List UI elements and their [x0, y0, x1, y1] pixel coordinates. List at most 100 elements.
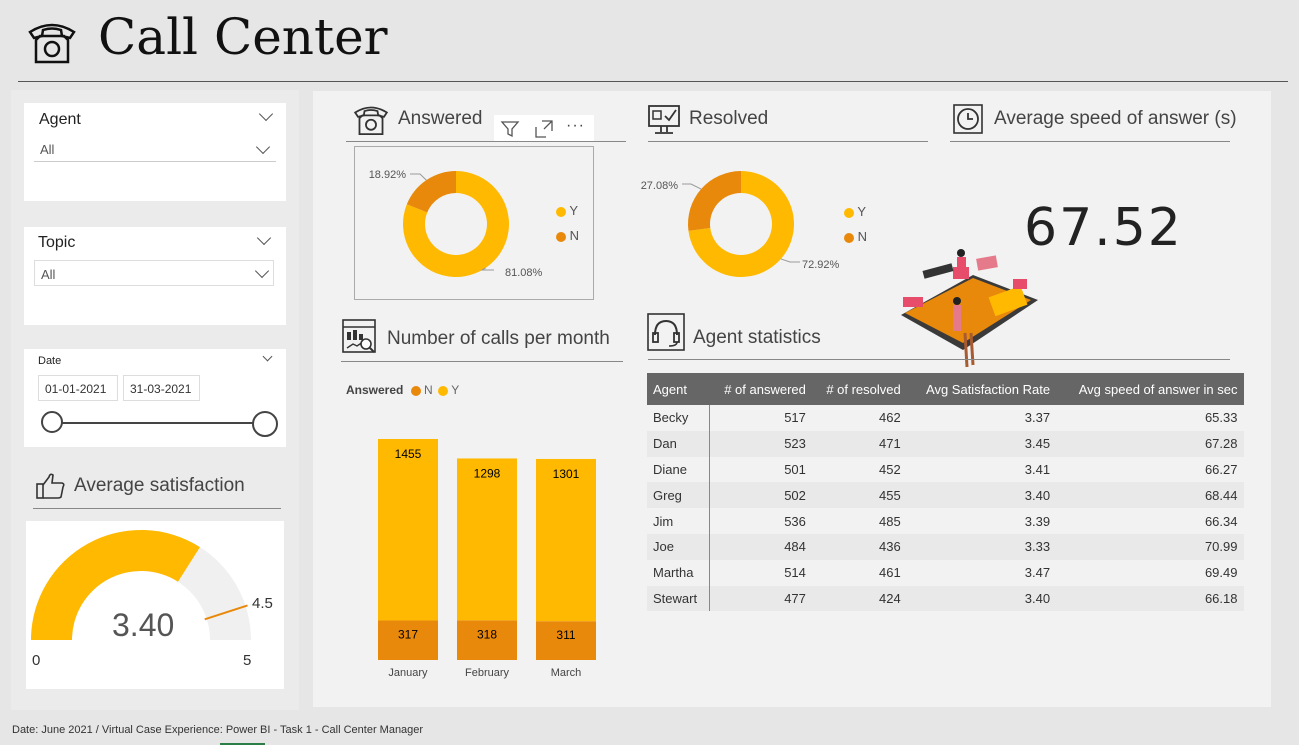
table-cell: 424: [811, 585, 907, 612]
table-cell: 477: [709, 585, 812, 612]
table-row[interactable]: Dan 523 471 3.45 67.28: [647, 430, 1244, 457]
filter-icon[interactable]: [500, 119, 520, 139]
agent-slicer-label: Agent: [39, 111, 81, 128]
legend-item-y: Y: [556, 203, 579, 218]
leader-line: [410, 173, 427, 181]
table-cell: 70.99: [1056, 533, 1244, 560]
topic-slicer-label: Topic: [38, 234, 76, 251]
table-cell: 3.39: [1024, 513, 1051, 529]
column-header-agent[interactable]: Agent: [647, 373, 710, 405]
end-date-input[interactable]: 31-03-2021: [123, 375, 200, 401]
data-label: 81.08%: [505, 267, 543, 279]
column-header-resolved[interactable]: # of resolved: [811, 373, 907, 405]
table-cell: Diane: [647, 456, 710, 483]
bar-segment-y[interactable]: [536, 458, 596, 622]
collapse-chevron-icon[interactable]: [258, 106, 274, 122]
legend-dot-n: [844, 232, 854, 243]
legend-item-n: N: [844, 229, 867, 244]
satisfaction-gauge-card: 3.40 0 5 4.5: [26, 521, 284, 689]
table-cell: 502: [709, 482, 812, 509]
calls-legend: Answered N Y: [346, 383, 459, 397]
table-cell: Greg: [647, 482, 710, 509]
table-row[interactable]: Jim 536 485 3.39 66.34: [647, 508, 1244, 534]
table-cell: 461: [879, 565, 901, 581]
gauge-target: 4.5: [252, 595, 273, 612]
data-label: 1298: [474, 466, 501, 480]
table-cell: 3.41: [1024, 461, 1051, 477]
legend-dot-n: [556, 231, 566, 242]
phone-illustration: [893, 245, 1043, 370]
column-header-satisfaction[interactable]: Avg Satisfaction Rate: [906, 373, 1057, 405]
table-cell: 514: [784, 565, 806, 581]
legend-dot-y: [438, 385, 449, 396]
bar-segment-y[interactable]: [378, 439, 438, 621]
table-cell: 471: [811, 430, 907, 457]
table-cell: 65.33: [1204, 410, 1238, 426]
avg-satisfaction-title: Average satisfaction: [74, 475, 245, 496]
monitor-check-icon: [647, 104, 681, 136]
table-row[interactable]: Martha 514 461 3.47 69.49: [647, 559, 1244, 586]
table-cell: 68.44: [1056, 482, 1244, 509]
answered-legend: Y N: [556, 203, 579, 243]
table-cell: 3.33: [906, 533, 1057, 560]
agent-dropdown-value: All: [40, 142, 55, 157]
legend-dot-y: [556, 206, 566, 217]
end-date-handle[interactable]: [252, 411, 278, 437]
chevron-down-icon: [255, 139, 271, 155]
title-divider: [18, 81, 1288, 82]
table-row[interactable]: Diane 501 452 3.41 66.27: [647, 456, 1244, 483]
headset-icon: [647, 313, 685, 351]
calls-month-title: Number of calls per month: [387, 328, 610, 349]
resolved-donut-chart: 72.92% 27.08%: [641, 171, 840, 277]
table-cell: Becky: [647, 405, 710, 431]
section-divider: [648, 141, 928, 142]
table-row[interactable]: Greg 502 455 3.40 68.44: [647, 482, 1244, 509]
leader-line: [682, 183, 702, 190]
table-cell: 3.37: [1024, 410, 1051, 426]
section-divider: [950, 141, 1230, 142]
legend-label: N: [857, 229, 868, 244]
table-row[interactable]: Stewart 477 424 3.40 66.18: [647, 585, 1244, 612]
legend-item-y: Y: [844, 204, 867, 219]
start-date-input[interactable]: 01-01-2021: [38, 375, 118, 401]
table-cell: 67.28: [1056, 430, 1244, 457]
table-cell: 485: [879, 513, 901, 529]
agent-stats-table: Agent # of answered # of resolved Avg Sa…: [647, 373, 1244, 612]
table-row[interactable]: Joe 484 436 3.33 70.99: [647, 533, 1244, 560]
data-label: 1301: [553, 467, 580, 481]
donut-slice-n[interactable]: [688, 171, 741, 231]
collapse-chevron-icon[interactable]: [262, 351, 273, 362]
clock-icon: [953, 104, 983, 134]
gauge-min: 0: [32, 652, 41, 669]
agent-stats-table-wrap: Agent # of answered # of resolved Avg Sa…: [647, 373, 1244, 612]
donut-slice-n[interactable]: [406, 171, 456, 213]
collapse-chevron-icon[interactable]: [256, 230, 272, 246]
resolved-legend: Y N: [844, 204, 867, 244]
table-cell: 3.47: [1024, 565, 1051, 581]
x-axis-label: March: [551, 667, 582, 679]
agent-slicer: Agent All: [24, 103, 286, 201]
table-cell: 3.45: [906, 430, 1057, 457]
column-header-speed[interactable]: Avg speed of answer in sec: [1056, 373, 1244, 405]
topic-dropdown[interactable]: All: [34, 260, 274, 286]
resolved-title: Resolved: [689, 108, 769, 129]
legend-dot-y: [844, 207, 854, 218]
data-label: 318: [477, 627, 497, 641]
date-range-track: [54, 422, 266, 424]
data-label: 311: [556, 628, 575, 642]
legend-label: N: [424, 383, 433, 397]
section-divider: [648, 359, 1230, 360]
column-header-answered[interactable]: # of answered: [709, 373, 812, 405]
thumbs-up-icon: [36, 471, 66, 501]
more-options-button[interactable]: ···: [566, 117, 585, 135]
footer-caption: Date: June 2021 / Virtual Case Experienc…: [12, 724, 424, 736]
data-label: 317: [398, 627, 418, 641]
bar-segment-y[interactable]: [457, 458, 517, 621]
focus-mode-icon[interactable]: [534, 119, 554, 139]
start-date-handle[interactable]: [41, 411, 63, 433]
table-row[interactable]: Becky 517 462 3.37 65.33: [647, 405, 1244, 431]
agent-dropdown[interactable]: All: [34, 136, 276, 162]
table-cell: Joe: [647, 533, 710, 560]
legend-label: Y: [569, 203, 579, 218]
section-divider: [33, 508, 281, 509]
